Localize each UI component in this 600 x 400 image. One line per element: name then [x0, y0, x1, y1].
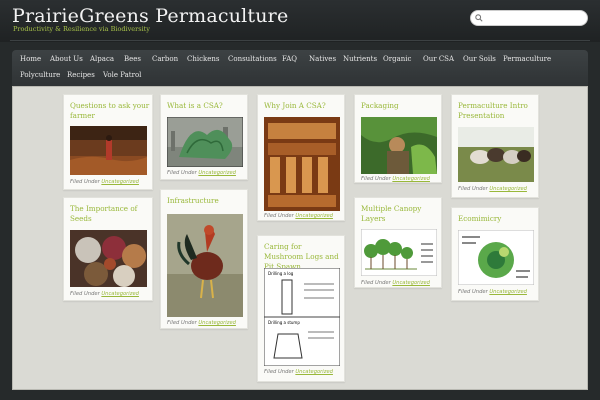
nav-item-nutrients[interactable]: Nutrients	[343, 55, 377, 63]
post-title[interactable]: Permaculture Intro Presentation	[458, 101, 536, 121]
filed-under-label: Filed Under	[458, 289, 488, 295]
filed-under-label: Filed Under	[361, 280, 391, 286]
diagram-label: Drilling a stump	[268, 320, 300, 325]
category-link[interactable]: Uncategorized	[489, 289, 527, 295]
nav-item-consultations[interactable]: Consultations	[228, 55, 277, 63]
main-navigation: Home About Us Alpaca Bees Carbon Chickens Cons…	[12, 50, 588, 86]
post-card: Caring for Mushroom Logs and Pit Spawn D…	[257, 235, 345, 382]
posts-grid: Questions to ask your farmer Filed Under…	[12, 86, 588, 390]
nav-item-about-us[interactable]: About Us	[50, 55, 83, 63]
category-link[interactable]: Uncategorized	[489, 186, 527, 192]
filed-under: Filed Under Uncategorized	[458, 289, 527, 295]
nav-item-organic[interactable]: Organic	[383, 55, 411, 63]
category-link[interactable]: Uncategorized	[198, 320, 236, 326]
filed-under: Filed Under Uncategorized	[264, 213, 333, 219]
filed-under-label: Filed Under	[167, 170, 197, 176]
filed-under-label: Filed Under	[264, 213, 294, 219]
filed-under: Filed Under Uncategorized	[361, 176, 430, 182]
filed-under: Filed Under Uncategorized	[70, 291, 139, 297]
filed-under: Filed Under Uncategorized	[458, 186, 527, 192]
post-card: Infrastructure Filed Under Uncategorized	[160, 189, 248, 329]
post-title[interactable]: Packaging	[361, 101, 439, 111]
filed-under: Filed Under Uncategorized	[167, 170, 236, 176]
search-box[interactable]	[470, 10, 588, 26]
filed-under-label: Filed Under	[70, 291, 100, 297]
post-thumbnail[interactable]	[458, 127, 534, 182]
post-card: Ecomimicry Filed Under Uncategorized	[451, 207, 539, 301]
filed-under: Filed Under Uncategorized	[361, 280, 430, 286]
nav-item-carbon[interactable]: Carbon	[152, 55, 178, 63]
post-title[interactable]: Infrastructure	[167, 196, 245, 206]
nav-item-vole-patrol[interactable]: Vole Patrol	[103, 71, 141, 79]
post-thumbnail[interactable]: Drilling a log Drilling a stump	[264, 268, 340, 366]
filed-under-label: Filed Under	[167, 320, 197, 326]
category-link[interactable]: Uncategorized	[101, 179, 139, 185]
filed-under: Filed Under Uncategorized	[70, 179, 139, 185]
nav-item-home[interactable]: Home	[20, 55, 41, 63]
nav-item-bees[interactable]: Bees	[124, 55, 141, 63]
nav-item-our-csa[interactable]: Our CSA	[423, 55, 454, 63]
filed-under-label: Filed Under	[458, 186, 488, 192]
search-input[interactable]	[487, 12, 583, 24]
category-link[interactable]: Uncategorized	[392, 176, 430, 182]
post-card: Questions to ask your farmer Filed Under…	[63, 94, 153, 190]
header-divider	[10, 40, 590, 41]
category-link[interactable]: Uncategorized	[198, 170, 236, 176]
site-title[interactable]: PrairieGreens Permaculture	[12, 5, 288, 27]
post-thumbnail[interactable]	[70, 126, 147, 175]
category-link[interactable]: Uncategorized	[295, 369, 333, 375]
post-title[interactable]: Multiple Canopy Layers	[361, 204, 439, 224]
nav-item-polyculture[interactable]: Polyculture	[20, 71, 60, 79]
post-thumbnail[interactable]	[167, 214, 243, 317]
post-card: What is a CSA? Filed Under Uncategorized	[160, 94, 248, 180]
category-link[interactable]: Uncategorized	[101, 291, 139, 297]
filed-under-label: Filed Under	[264, 369, 294, 375]
nav-item-chickens[interactable]: Chickens	[187, 55, 220, 63]
filed-under: Filed Under Uncategorized	[264, 369, 333, 375]
diagram-label: Drilling a log	[268, 271, 294, 276]
nav-item-our-soils[interactable]: Our Soils	[463, 55, 496, 63]
post-title[interactable]: Ecomimicry	[458, 214, 536, 224]
post-thumbnail[interactable]	[361, 229, 437, 276]
post-title[interactable]: The Importance of Seeds	[70, 204, 150, 224]
post-thumbnail[interactable]	[264, 117, 340, 211]
post-card: Permaculture Intro Presentation Filed Un…	[451, 94, 539, 198]
filed-under-label: Filed Under	[70, 179, 100, 185]
post-thumbnail[interactable]	[458, 230, 534, 285]
nav-item-recipes[interactable]: Recipes	[67, 71, 95, 79]
post-title[interactable]: Questions to ask your farmer	[70, 101, 150, 121]
post-card: Packaging Filed Under Uncategorized	[354, 94, 442, 183]
post-card: Why Join A CSA? Filed Under Uncategorize…	[257, 94, 345, 221]
post-card: Multiple Canopy Layers Filed Under Uncat…	[354, 197, 442, 288]
post-thumbnail[interactable]	[361, 117, 437, 174]
post-title[interactable]: What is a CSA?	[167, 101, 245, 111]
nav-item-permaculture[interactable]: Permaculture	[503, 55, 551, 63]
category-link[interactable]: Uncategorized	[295, 213, 333, 219]
post-card: The Importance of Seeds Filed Under Unca…	[63, 197, 153, 301]
post-thumbnail[interactable]	[167, 117, 243, 167]
nav-item-natives[interactable]: Natives	[309, 55, 336, 63]
nav-item-faq[interactable]: FAQ	[282, 55, 297, 63]
search-icon	[475, 14, 483, 22]
post-thumbnail[interactable]	[70, 230, 147, 287]
filed-under-label: Filed Under	[361, 176, 391, 182]
site-tagline: Productivity & Resilience via Biodiversi…	[13, 25, 150, 33]
site-header: PrairieGreens Permaculture Productivity …	[0, 0, 600, 42]
category-link[interactable]: Uncategorized	[392, 280, 430, 286]
post-title[interactable]: Why Join A CSA?	[264, 101, 342, 111]
filed-under: Filed Under Uncategorized	[167, 320, 236, 326]
nav-item-alpaca[interactable]: Alpaca	[90, 55, 114, 63]
